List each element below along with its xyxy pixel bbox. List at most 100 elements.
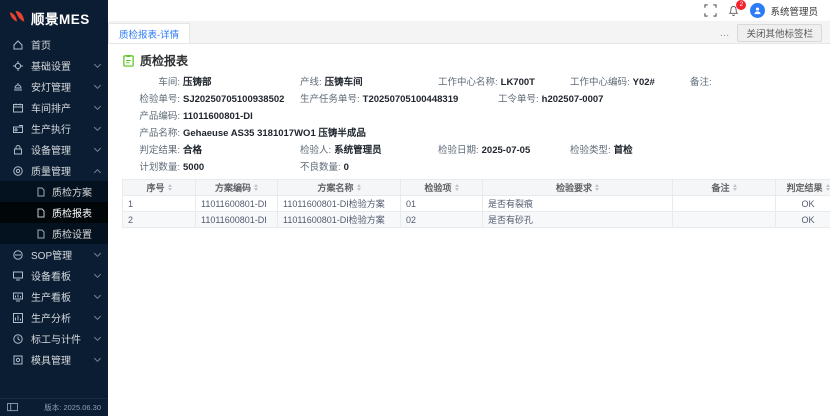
cell-result: OK: [776, 196, 830, 212]
field-inspection-type: 检验类型:首检: [570, 145, 816, 157]
sidebar-item-quality-management[interactable]: 质量管理: [0, 160, 108, 181]
col-header-requirement[interactable]: 检验要求: [483, 180, 673, 196]
page-title: 质检报表: [140, 52, 188, 69]
field-work-center-name: 工作中心名称:LK700T: [438, 77, 570, 89]
piecework-clock-icon: [12, 333, 24, 345]
collapse-sidebar-icon[interactable]: [7, 403, 18, 412]
cell-plan-code: 11011600801-DI: [196, 212, 278, 228]
home-icon: [12, 39, 24, 51]
chevron-down-icon: [94, 313, 101, 320]
sidebar-item-label: SOP管理: [31, 247, 95, 262]
document-icon: [36, 229, 46, 239]
sidebar-item-workshop-scheduling[interactable]: 车间排产: [0, 97, 108, 118]
chevron-down-icon: [94, 250, 101, 257]
sidebar-item-production-analysis[interactable]: 生产分析: [0, 307, 108, 328]
sidebar-item-label: 设备管理: [31, 142, 95, 157]
sop-disc-icon: [12, 249, 24, 261]
main-area: 2 系统管理员 质检报表-详情 … 关闭其他标签栏 质检报表 车间:压铸部 产: [108, 0, 830, 416]
sort-icon: [455, 184, 459, 192]
logo-swirl-icon: [8, 10, 26, 26]
sidebar-item-label: 质量管理: [31, 163, 95, 178]
field-work-order-no: 工令单号:h202507-0007: [498, 94, 816, 106]
sidebar-item-label: 基础设置: [31, 58, 95, 73]
mold-box-icon: [12, 354, 24, 366]
version-label: 版本: 2025.06.30: [44, 402, 101, 413]
col-header-plan-name[interactable]: 方案名称: [278, 180, 401, 196]
sidebar-item-sop[interactable]: SOP管理: [0, 244, 108, 265]
tab-inspection-report-detail[interactable]: 质检报表-详情: [108, 23, 190, 43]
cell-item: 02: [401, 212, 483, 228]
cell-result: OK: [776, 212, 830, 228]
report-clipboard-icon: [122, 54, 135, 67]
user-menu[interactable]: 系统管理员: [750, 3, 818, 18]
chevron-down-icon: [94, 292, 101, 299]
fullscreen-icon[interactable]: [704, 4, 717, 17]
document-icon: [36, 187, 46, 197]
sidebar-item-production-execution[interactable]: 生产执行: [0, 118, 108, 139]
cell-requirement: 是否有砂孔: [483, 212, 673, 228]
tab-more-button[interactable]: …: [719, 28, 737, 43]
sidebar-item-andon[interactable]: 安灯管理: [0, 76, 108, 97]
sidebar-item-equipment-management[interactable]: 设备管理: [0, 139, 108, 160]
sidebar-item-label: 生产执行: [31, 121, 95, 136]
sidebar-item-label: 质检方案: [52, 184, 100, 199]
field-task-no: 生产任务单号:T20250705100448319: [300, 94, 498, 106]
settings-icon: [12, 60, 24, 72]
field-work-center-code: 工作中心编码:Y02#: [570, 77, 690, 89]
sidebar-item-inspection-report[interactable]: 质检报表: [0, 202, 108, 223]
field-defect-qty: 不良数量:0: [300, 162, 816, 174]
device-board-icon: [12, 270, 24, 282]
table-row[interactable]: 1 11011600801-DI 11011600801-DI检验方案 01 是…: [123, 196, 830, 212]
report-title-row: 质检报表: [122, 52, 816, 69]
app-logo[interactable]: 顺景MES: [0, 0, 108, 34]
col-header-item[interactable]: 检验项: [401, 180, 483, 196]
inspection-items-table: 序号 方案编码 方案名称 检验项 检验要求 备注 判定结果 1 11011600…: [122, 179, 830, 228]
sidebar-item-label: 生产分析: [31, 310, 95, 325]
chevron-down-icon: [94, 82, 101, 89]
sidebar-item-mold-management[interactable]: 模具管理: [0, 349, 108, 370]
close-other-tabs-button[interactable]: 关闭其他标签栏: [737, 24, 822, 42]
sort-icon: [826, 184, 830, 192]
production-board-icon: [12, 291, 24, 303]
sidebar-item-label: 生产看板: [31, 289, 95, 304]
topbar: 2 系统管理员: [108, 0, 830, 22]
avatar: [750, 3, 765, 18]
info-row-6: 计划数量:5000 不良数量:0: [122, 162, 816, 174]
app-title: 顺景MES: [31, 8, 90, 28]
bar-chart-icon: [12, 312, 24, 324]
sidebar-item-basic-settings[interactable]: 基础设置: [0, 55, 108, 76]
sidebar-item-inspection-settings[interactable]: 质检设置: [0, 223, 108, 244]
sidebar: 顺景MES 首页 基础设置 安灯管理 车间排产: [0, 0, 108, 416]
sidebar-item-label: 首页: [31, 37, 100, 52]
info-row-3: 产品编码:11011600801-DI: [122, 111, 816, 123]
field-line: 产线:压铸车间: [300, 77, 438, 89]
table-row[interactable]: 2 11011600801-DI 11011600801-DI检验方案 02 是…: [123, 212, 830, 228]
cell-seq: 2: [123, 212, 196, 228]
chevron-down-icon: [94, 124, 101, 131]
cell-requirement: 是否有裂痕: [483, 196, 673, 212]
sidebar-item-piecework[interactable]: 标工与计件: [0, 328, 108, 349]
info-row-4: 产品名称:Gehaeuse AS35 3181017WO1 压铸半成品: [122, 128, 816, 140]
chevron-down-icon: [94, 355, 101, 362]
sidebar-item-inspection-plan[interactable]: 质检方案: [0, 181, 108, 202]
sidebar-item-device-board[interactable]: 设备看板: [0, 265, 108, 286]
notification-bell[interactable]: 2: [727, 4, 740, 17]
chevron-down-icon: [94, 145, 101, 152]
sidebar-item-home[interactable]: 首页: [0, 34, 108, 55]
col-header-plan-code[interactable]: 方案编码: [196, 180, 278, 196]
sort-icon: [357, 184, 361, 192]
username: 系统管理员: [770, 4, 818, 18]
sidebar-item-label: 质检设置: [52, 226, 100, 241]
production-machine-icon: [12, 123, 24, 135]
col-header-seq[interactable]: 序号: [123, 180, 196, 196]
chevron-up-icon: [94, 168, 101, 175]
col-header-result[interactable]: 判定结果: [776, 180, 830, 196]
col-header-remark[interactable]: 备注: [673, 180, 776, 196]
sidebar-item-production-board[interactable]: 生产看板: [0, 286, 108, 307]
andon-lamp-icon: [12, 81, 24, 93]
cell-plan-name: 11011600801-DI检验方案: [278, 212, 401, 228]
field-inspector: 检验人:系统管理员: [300, 145, 438, 157]
sidebar-item-label: 车间排产: [31, 100, 95, 115]
tab-bar: 质检报表-详情 … 关闭其他标签栏: [108, 22, 830, 44]
field-product-name: 产品名称:Gehaeuse AS35 3181017WO1 压铸半成品: [122, 128, 816, 140]
